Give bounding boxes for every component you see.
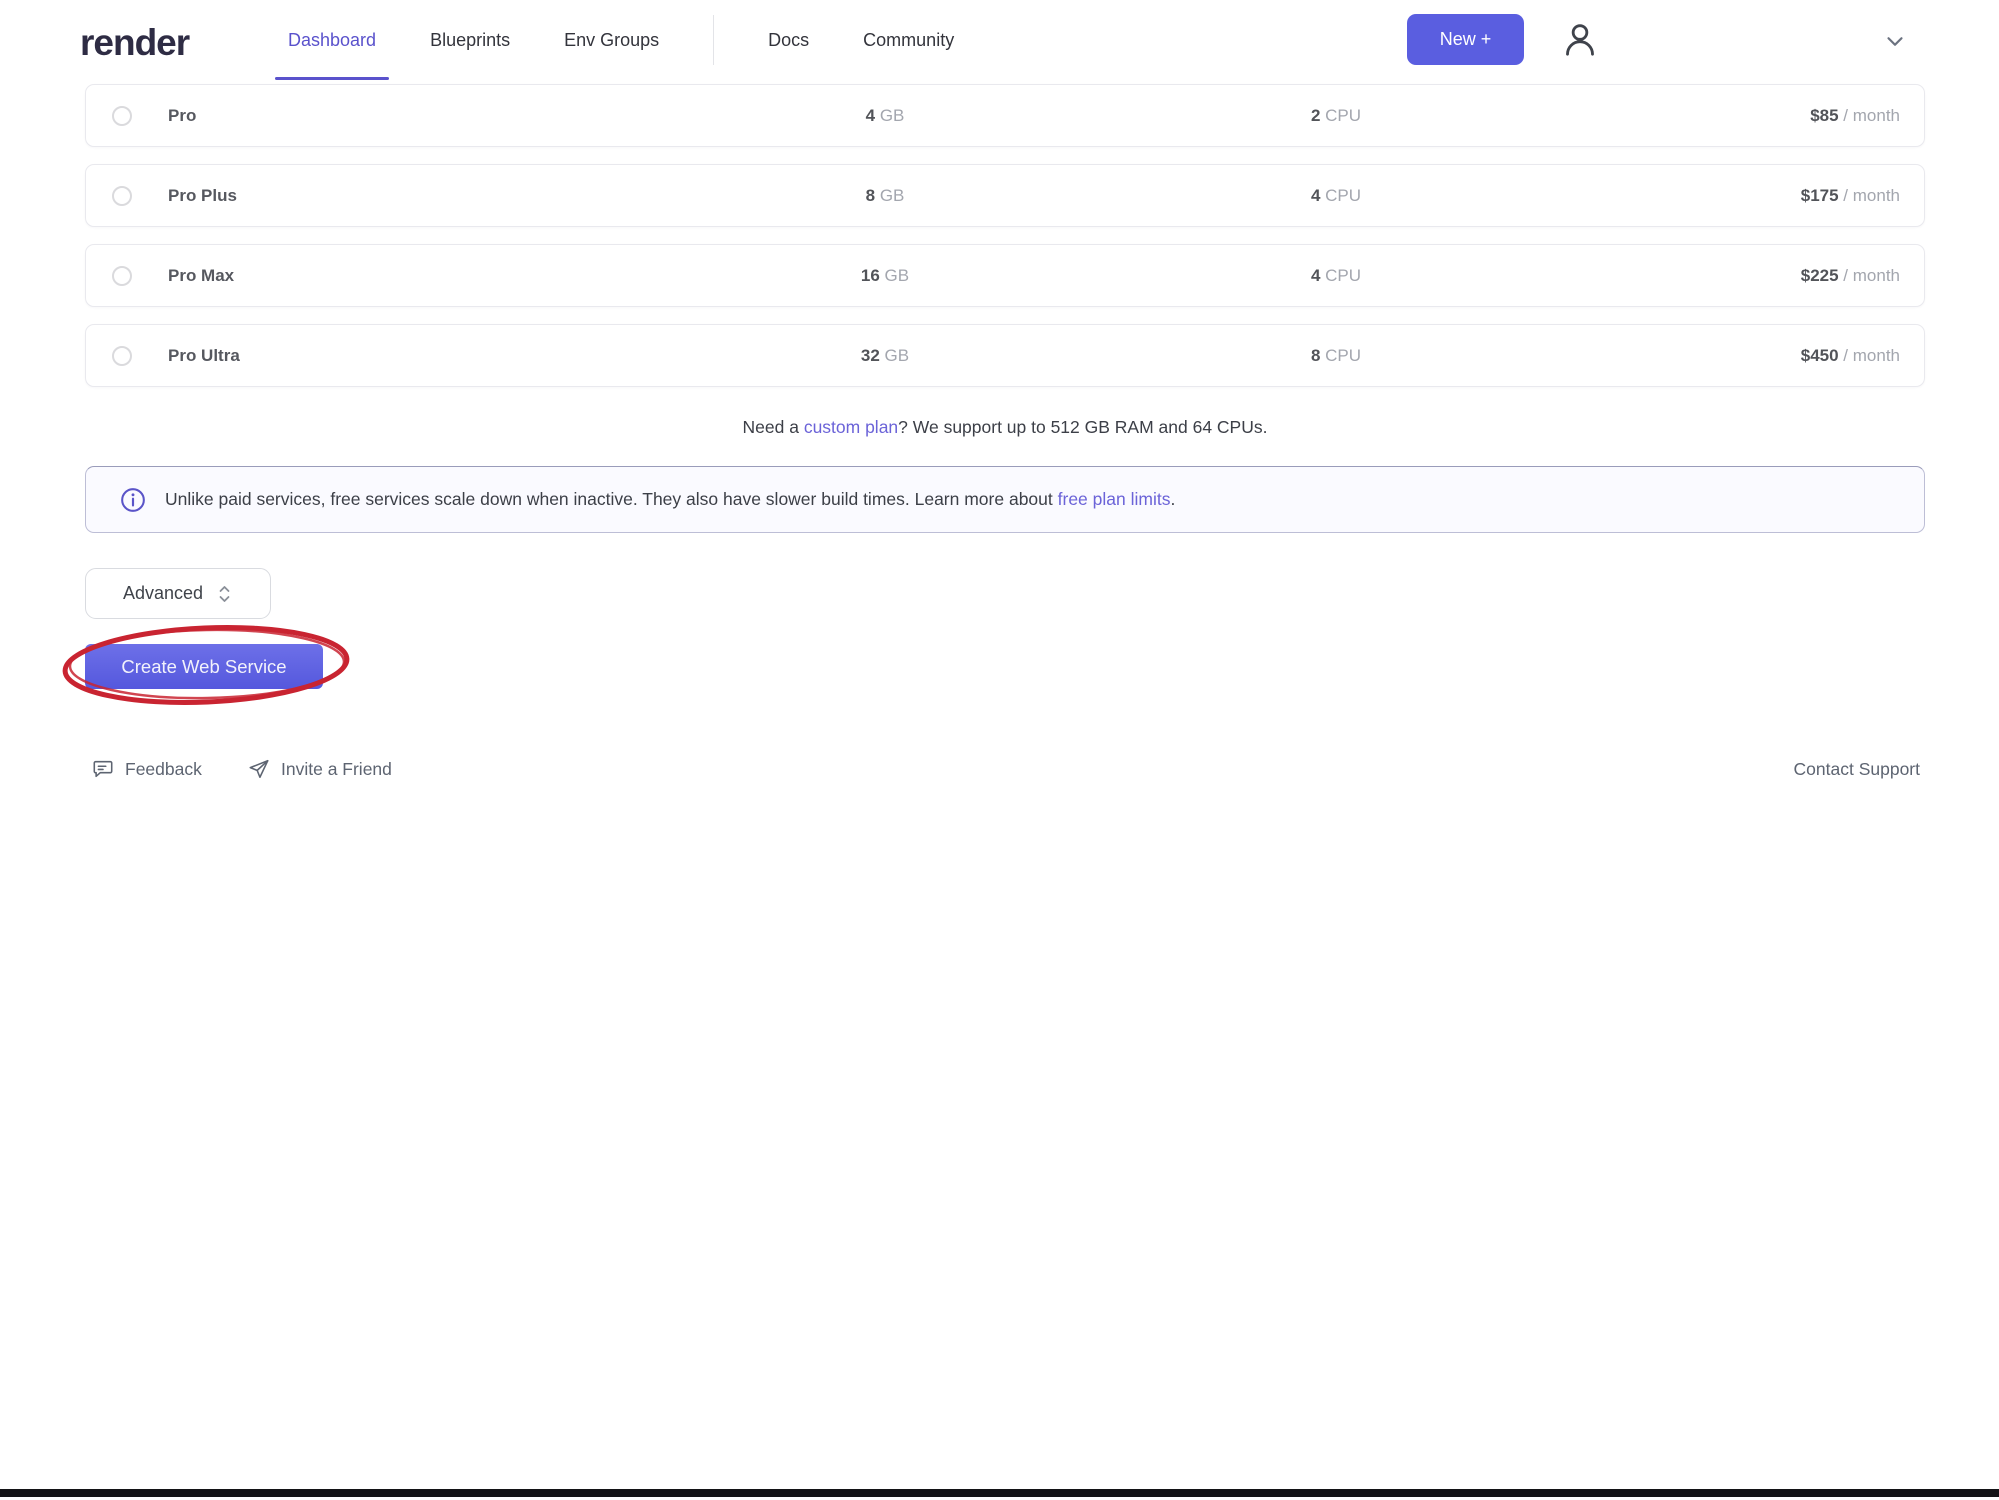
plan-row-pro[interactable]: Pro 4 GB 2 CPU $85 / month [85,84,1925,147]
top-nav: render Dashboard Blueprints Env Groups D… [0,0,1999,80]
bottom-edge-bar [0,1489,1999,1497]
plan-radio[interactable] [112,266,132,286]
banner-text-main: Unlike paid services, free services scal… [165,489,1058,509]
render-logo[interactable]: render [80,22,189,64]
advanced-label: Advanced [123,583,203,604]
free-plan-info-banner: Unlike paid services, free services scal… [85,466,1925,533]
plan-price: $225 / month [1801,266,1900,286]
invite-friend-link[interactable]: Invite a Friend [248,752,392,786]
banner-text: Unlike paid services, free services scal… [165,489,1175,510]
contact-support-label: Contact Support [1794,759,1920,780]
advanced-toggle[interactable]: Advanced [85,568,271,619]
feedback-link[interactable]: Feedback [92,752,202,786]
nav-divider [713,15,714,65]
nav-links: Dashboard Blueprints Env Groups Docs Com… [288,0,954,80]
plan-radio[interactable] [112,106,132,126]
plan-row-pro-plus[interactable]: Pro Plus 8 GB 4 CPU $175 / month [85,164,1925,227]
feedback-label: Feedback [125,759,202,780]
paper-plane-icon [248,758,270,780]
plan-name: Pro [168,106,196,126]
nav-link-community[interactable]: Community [863,0,954,80]
contact-support-link[interactable]: Contact Support [1794,752,1920,786]
plan-name: Pro Max [168,266,234,286]
feedback-icon [92,758,114,780]
chevron-down-icon[interactable] [1880,26,1910,56]
nav-link-env-groups[interactable]: Env Groups [564,0,659,80]
plan-ram: 8 GB [785,186,985,206]
plan-cpu: 4 CPU [1236,266,1436,286]
custom-plan-prefix: Need a [743,417,804,437]
plan-name: Pro Ultra [168,346,240,366]
plan-cpu: 2 CPU [1236,106,1436,126]
plan-cpu: 8 CPU [1236,346,1436,366]
plan-row-pro-max[interactable]: Pro Max 16 GB 4 CPU $225 / month [85,244,1925,307]
info-icon [120,487,146,513]
plan-radio[interactable] [112,186,132,206]
nav-link-dashboard[interactable]: Dashboard [288,0,376,80]
nav-link-blueprints[interactable]: Blueprints [430,0,510,80]
plan-row-pro-ultra[interactable]: Pro Ultra 32 GB 8 CPU $450 / month [85,324,1925,387]
plan-name: Pro Plus [168,186,237,206]
free-plan-limits-link[interactable]: free plan limits [1058,489,1171,509]
custom-plan-suffix: ? We support up to 512 GB RAM and 64 CPU… [898,417,1267,437]
plan-ram: 32 GB [785,346,985,366]
plan-ram: 4 GB [785,106,985,126]
banner-text-suffix: . [1170,489,1175,509]
plan-price: $85 / month [1810,106,1900,126]
custom-plan-link[interactable]: custom plan [804,417,898,437]
new-button[interactable]: New + [1407,14,1524,65]
invite-label: Invite a Friend [281,759,392,780]
plan-radio[interactable] [112,346,132,366]
user-account-icon[interactable] [1558,18,1602,62]
plan-cpu: 4 CPU [1236,186,1436,206]
nav-link-docs[interactable]: Docs [768,0,809,80]
plan-price: $450 / month [1801,346,1900,366]
plan-ram: 16 GB [785,266,985,286]
chevron-up-down-icon [216,583,233,605]
page: render Dashboard Blueprints Env Groups D… [0,0,1999,1500]
custom-plan-note: Need a custom plan? We support up to 512… [85,417,1925,438]
create-web-service-button[interactable]: Create Web Service [85,644,323,689]
plan-price: $175 / month [1801,186,1900,206]
